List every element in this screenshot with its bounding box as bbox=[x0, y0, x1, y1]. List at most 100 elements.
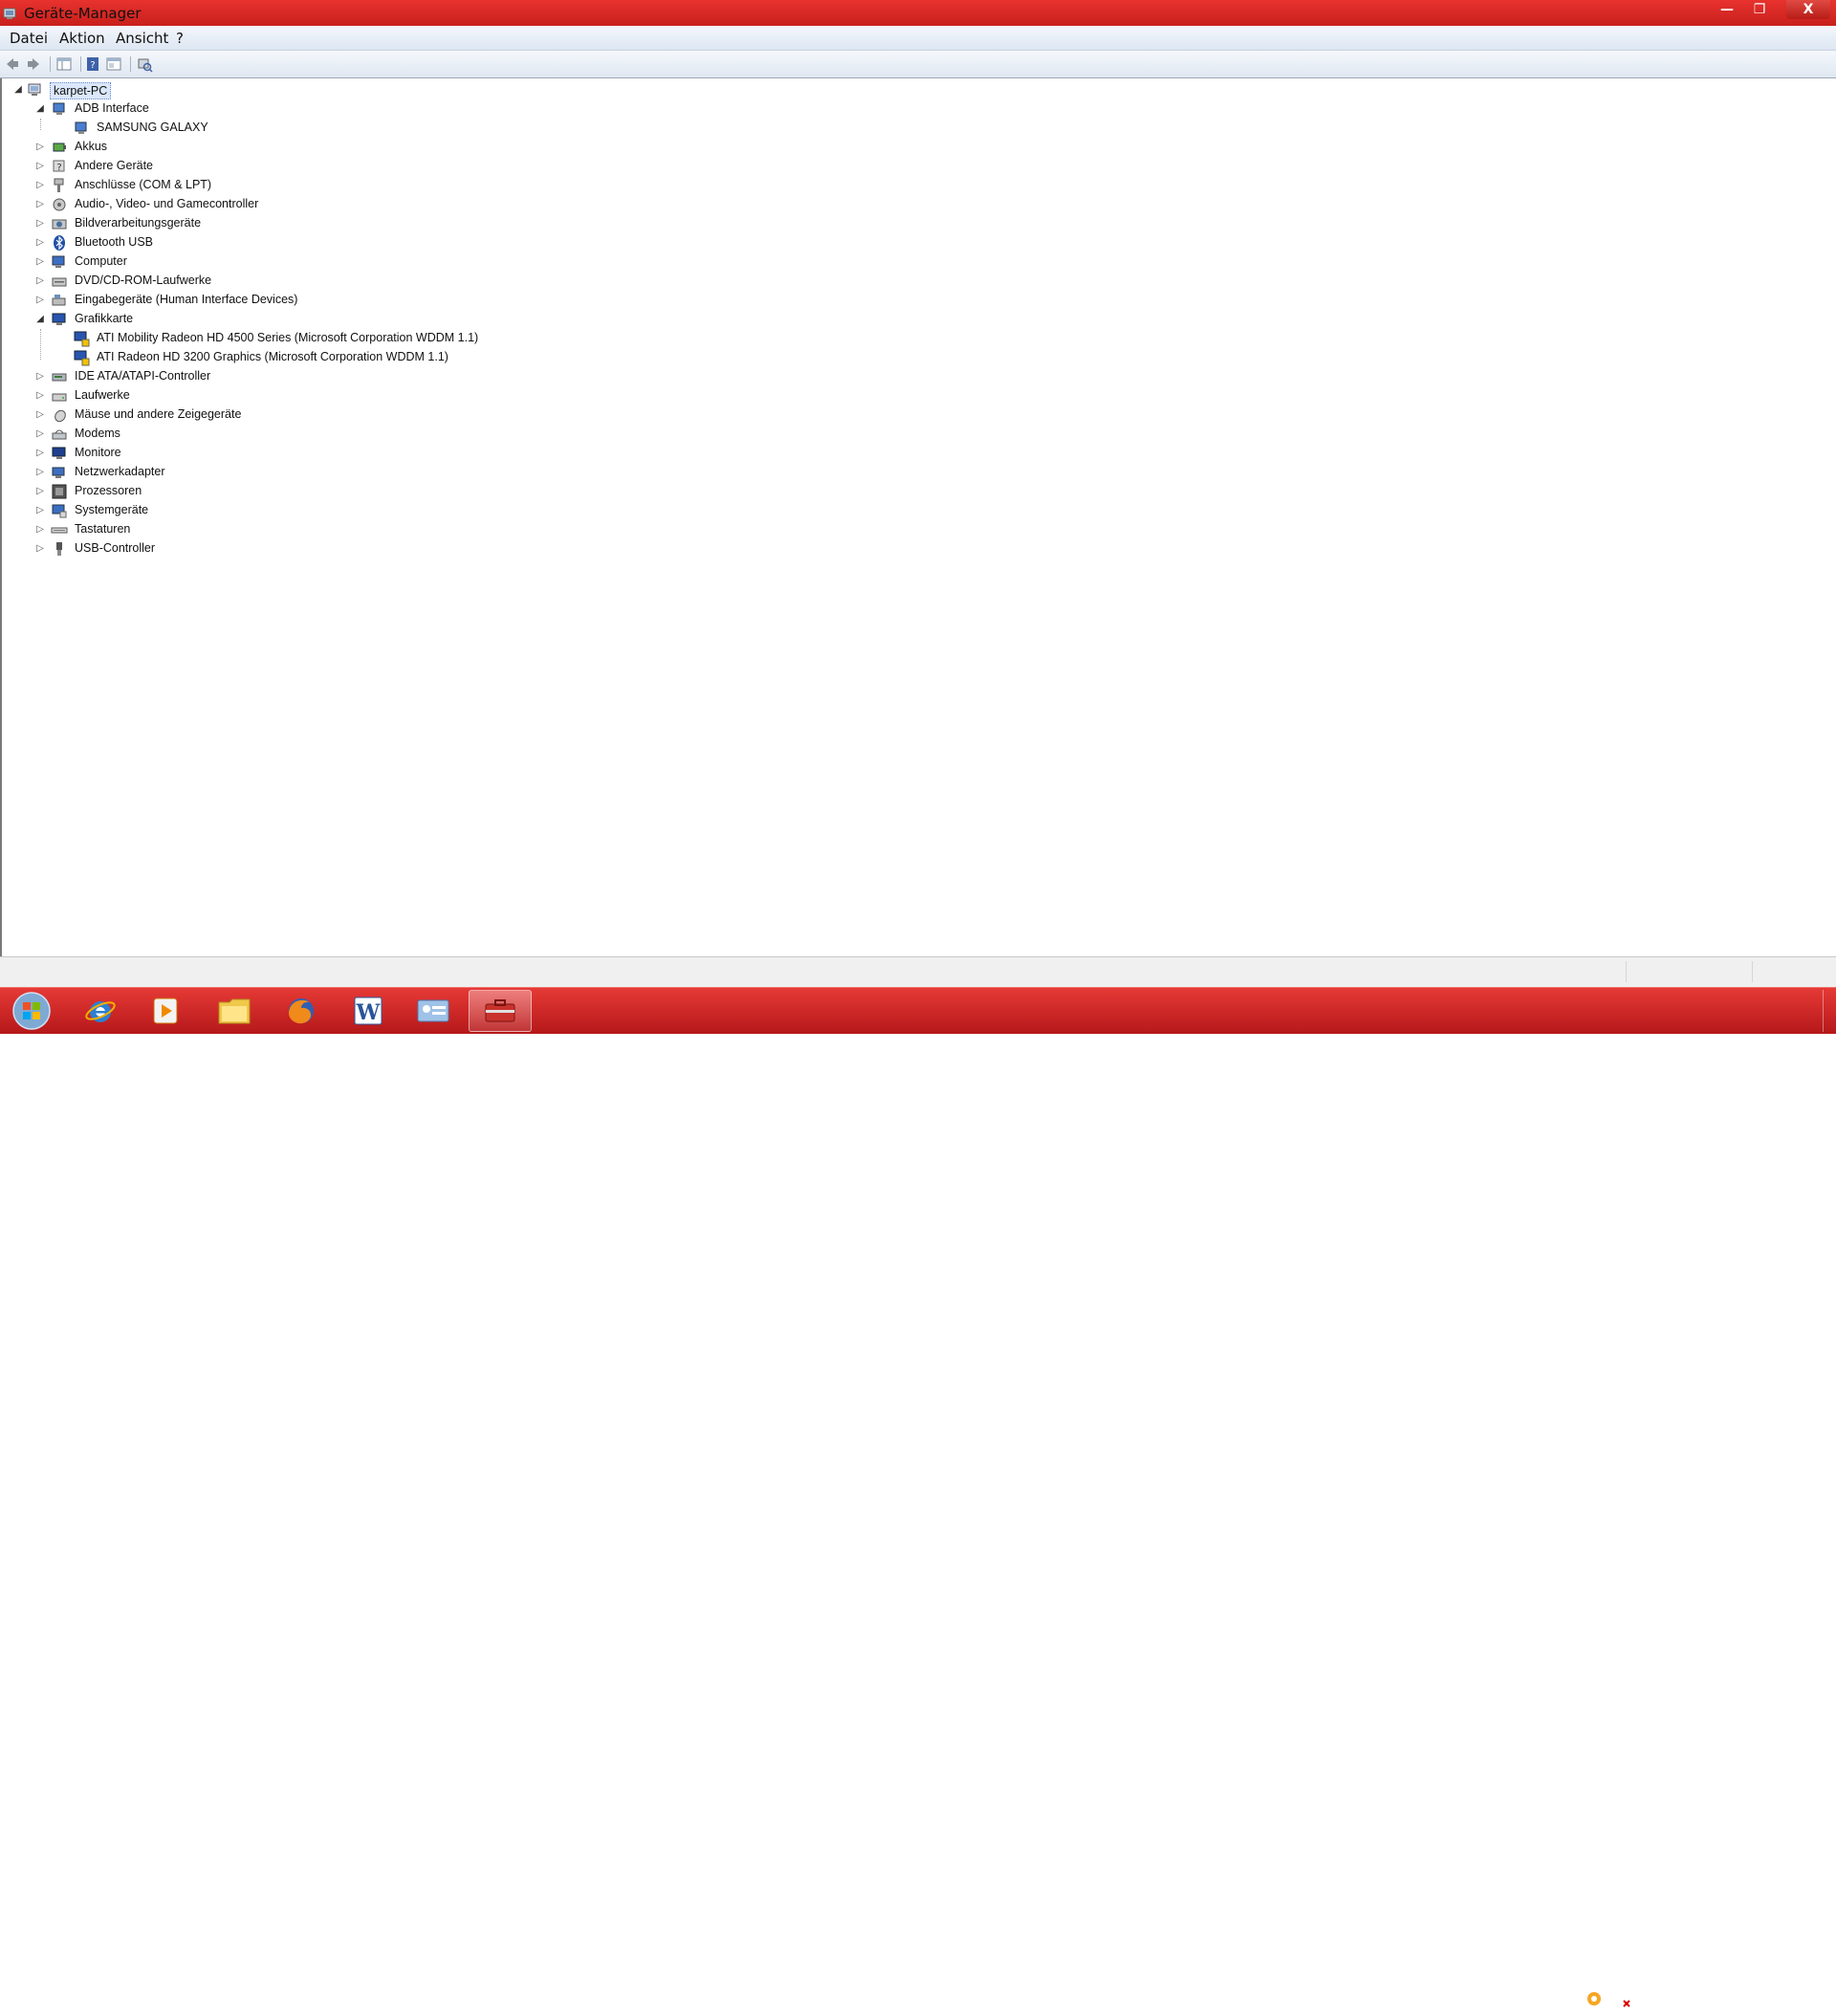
console-tree-icon[interactable] bbox=[55, 55, 73, 73]
back-icon[interactable] bbox=[4, 55, 21, 73]
expander-anschl-sse-com-lpt[interactable]: ▷ bbox=[35, 181, 45, 190]
taskbar-explorer[interactable] bbox=[203, 990, 266, 1032]
gpu-child-icon bbox=[74, 350, 90, 366]
action-center-flag-icon[interactable] bbox=[1614, 1990, 1631, 2007]
properties-icon[interactable] bbox=[105, 55, 122, 73]
tree-category-systemger-te[interactable]: Systemgeräte bbox=[75, 503, 148, 516]
forward-icon[interactable] bbox=[25, 55, 42, 73]
expander-laufwerke[interactable]: ▷ bbox=[35, 391, 45, 401]
tree-category-monitore[interactable]: Monitore bbox=[75, 446, 121, 459]
expander-bluetooth-usb[interactable]: ▷ bbox=[35, 238, 45, 248]
tree-category-anschl-sse-com-lpt[interactable]: Anschlüsse (COM & LPT) bbox=[75, 178, 211, 191]
tree-category-tastaturen[interactable]: Tastaturen bbox=[75, 522, 130, 536]
tree-category-grafikkarte[interactable]: Grafikkarte bbox=[75, 312, 133, 325]
expander-systemger-te[interactable]: ▷ bbox=[35, 506, 45, 515]
expander-tastaturen[interactable]: ▷ bbox=[35, 525, 45, 535]
firefox-icon bbox=[289, 998, 314, 1024]
root-computer-icon bbox=[28, 83, 41, 96]
expander-m-use-und-andere-zeigeger-te[interactable]: ▷ bbox=[35, 410, 45, 420]
expander-ide-ata-atapi-controller[interactable]: ▷ bbox=[35, 372, 45, 382]
menu-help[interactable]: ? bbox=[176, 30, 184, 47]
maximize-button[interactable]: ❐ bbox=[1740, 0, 1779, 19]
tree-category-modems[interactable]: Modems bbox=[75, 427, 120, 440]
expander-grafikkarte[interactable]: ◢ bbox=[35, 315, 45, 324]
security-shield-icon[interactable] bbox=[1585, 1990, 1603, 2007]
tree-category-netzwerkadapter[interactable]: Netzwerkadapter bbox=[75, 465, 165, 478]
taskbar-control-panel[interactable] bbox=[402, 990, 465, 1032]
minimize-icon: — bbox=[1720, 2, 1734, 17]
svg-text:?: ? bbox=[90, 60, 95, 71]
taskbar-ie[interactable] bbox=[69, 990, 132, 1032]
show-hidden-icons-button[interactable]: ▲ bbox=[1561, 1991, 1568, 2002]
imaging-icon bbox=[52, 219, 67, 230]
tree-category-bildverarbeitungsger-te[interactable]: Bildverarbeitungsgeräte bbox=[75, 216, 201, 230]
menu-datei[interactable]: Datei bbox=[10, 30, 48, 47]
taskbar-device-manager[interactable] bbox=[469, 990, 532, 1032]
help-icon[interactable]: ? bbox=[84, 55, 101, 73]
clock-date[interactable]: 03.01.2011 bbox=[1738, 2002, 1815, 2016]
tree-category-usb-controller[interactable]: USB-Controller bbox=[75, 541, 155, 555]
menu-ansicht[interactable]: Ansicht bbox=[116, 30, 168, 47]
tree-category-bluetooth-usb[interactable]: Bluetooth USB bbox=[75, 235, 153, 249]
tree-category-andere-ger-te[interactable]: Andere Geräte bbox=[75, 159, 153, 172]
word-icon: W bbox=[354, 997, 382, 1025]
close-icon: X bbox=[1803, 2, 1814, 17]
tree-category-audio-video-und-gamecontroller[interactable]: Audio-, Video- und Gamecontroller bbox=[75, 197, 258, 210]
tree-category-m-use-und-andere-zeigeger-te[interactable]: Mäuse und andere Zeigegeräte bbox=[75, 407, 241, 421]
audio-icon bbox=[53, 198, 66, 211]
volume-icon[interactable] bbox=[1700, 1990, 1717, 2007]
control-panel-icon bbox=[417, 999, 449, 1022]
tree-device-grafikkarte-0[interactable]: ATI Mobility Radeon HD 4500 Series (Micr… bbox=[97, 331, 478, 344]
expander-dvd-cd-rom-laufwerke[interactable]: ▷ bbox=[35, 276, 45, 286]
menu-bar: Datei Aktion Ansicht ? bbox=[0, 26, 1836, 51]
tree-category-dvd-cd-rom-laufwerke[interactable]: DVD/CD-ROM-Laufwerke bbox=[75, 274, 211, 287]
computer-icon bbox=[52, 255, 65, 268]
expander-bildverarbeitungsger-te[interactable]: ▷ bbox=[35, 219, 45, 229]
expander-eingabeger-te-human-interface-devices[interactable]: ▷ bbox=[35, 296, 45, 305]
expander-netzwerkadapter[interactable]: ▷ bbox=[35, 468, 45, 477]
unknown-device-icon: ? bbox=[53, 160, 65, 173]
status-divider bbox=[1626, 961, 1627, 982]
tree-category-laufwerke[interactable]: Laufwerke bbox=[75, 388, 130, 402]
tree-device-grafikkarte-1[interactable]: ATI Radeon HD 3200 Graphics (Microsoft C… bbox=[97, 350, 448, 363]
explorer-folder-icon bbox=[218, 998, 251, 1024]
tree-category-eingabeger-te-human-interface-devices[interactable]: Eingabegeräte (Human Interface Devices) bbox=[75, 293, 297, 306]
show-desktop-button[interactable] bbox=[1823, 990, 1835, 1032]
expander-prozessoren[interactable]: ▷ bbox=[35, 487, 45, 496]
expander-modems[interactable]: ▷ bbox=[35, 429, 45, 439]
adb-icon bbox=[75, 121, 87, 134]
toolbar-separator bbox=[50, 56, 51, 72]
tree-device-adb-interface-0[interactable]: SAMSUNG GALAXY bbox=[97, 121, 208, 134]
menu-aktion[interactable]: Aktion bbox=[59, 30, 105, 47]
svg-text:?: ? bbox=[56, 163, 61, 173]
tree-category-ide-ata-atapi-controller[interactable]: IDE ATA/ATAPI-Controller bbox=[75, 369, 210, 383]
scan-hardware-icon[interactable] bbox=[136, 55, 153, 73]
expander-computer[interactable]: ▷ bbox=[35, 257, 45, 267]
power-icon[interactable] bbox=[1643, 1990, 1660, 2007]
start-button[interactable] bbox=[8, 990, 55, 1032]
media-player-icon bbox=[153, 997, 178, 1024]
expander-audio-video-und-gamecontroller[interactable]: ▷ bbox=[35, 200, 45, 209]
network-signal-icon[interactable] bbox=[1672, 1990, 1689, 2007]
taskbar-word[interactable]: W bbox=[337, 990, 400, 1032]
taskbar-media-player[interactable] bbox=[134, 990, 197, 1032]
processor-icon bbox=[52, 484, 67, 499]
expander-monitore[interactable]: ▷ bbox=[35, 449, 45, 458]
expander-root[interactable]: ◢ bbox=[13, 85, 23, 95]
root-node-label[interactable]: karpet-PC bbox=[50, 82, 112, 99]
close-button[interactable]: X bbox=[1786, 0, 1830, 19]
tree-category-adb-interface[interactable]: ADB Interface bbox=[75, 101, 149, 115]
network-adapter-icon bbox=[52, 467, 65, 478]
clock-time[interactable]: 15:03 bbox=[1758, 1981, 1815, 1995]
display-adapter-icon bbox=[52, 313, 66, 325]
expander-akkus[interactable]: ▷ bbox=[35, 142, 45, 152]
title-bar[interactable]: Geräte-Manager — ❐ X bbox=[0, 0, 1836, 26]
tree-category-computer[interactable]: Computer bbox=[75, 254, 127, 268]
taskbar-firefox[interactable] bbox=[270, 990, 333, 1032]
expander-usb-controller[interactable]: ▷ bbox=[35, 544, 45, 554]
expander-adb-interface[interactable]: ◢ bbox=[35, 104, 45, 114]
tree-category-akkus[interactable]: Akkus bbox=[75, 140, 107, 153]
expander-andere-ger-te[interactable]: ▷ bbox=[35, 162, 45, 171]
language-indicator[interactable]: DE bbox=[1520, 1988, 1537, 2002]
tree-category-prozessoren[interactable]: Prozessoren bbox=[75, 484, 142, 497]
